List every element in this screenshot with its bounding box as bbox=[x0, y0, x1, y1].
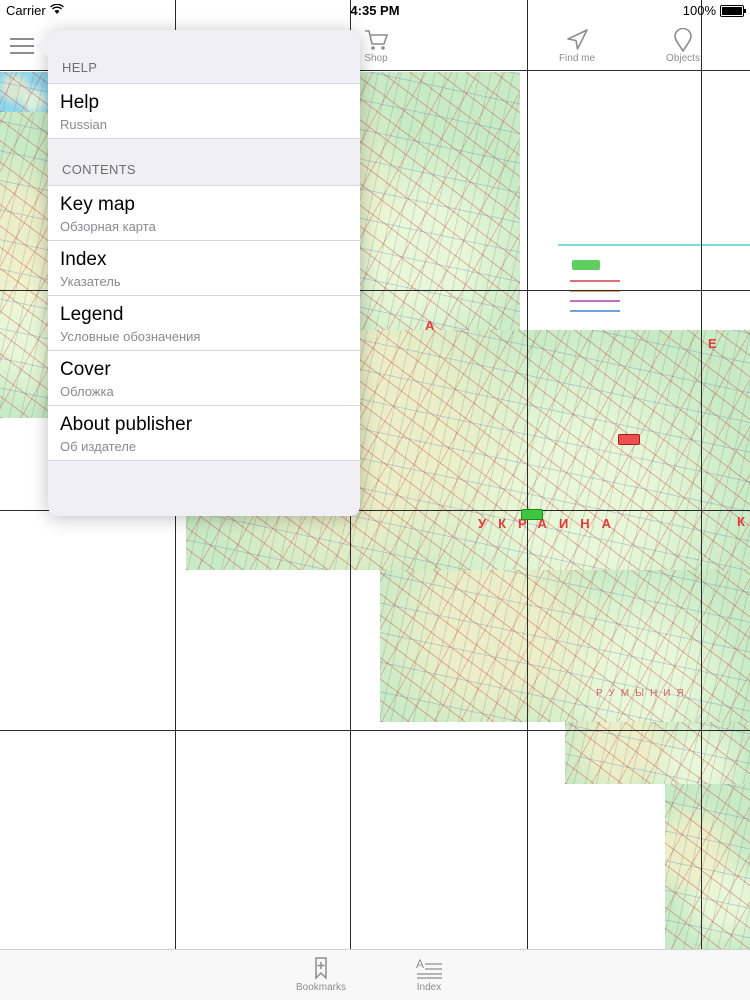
city-marker[interactable] bbox=[618, 434, 640, 445]
menu-item-subtitle: Условные обозначения bbox=[60, 329, 201, 344]
help-group: Help Russian bbox=[48, 83, 360, 139]
menu-item-help[interactable]: Help Russian bbox=[48, 84, 360, 138]
clock-time: 4:35 PM bbox=[350, 3, 400, 18]
location-arrow-icon bbox=[567, 29, 588, 50]
objects-button[interactable]: Objects bbox=[648, 28, 718, 64]
map-grid-line bbox=[527, 0, 528, 950]
menu-item-key-map[interactable]: Key map Обзорная карта bbox=[48, 186, 360, 241]
shop-label: Shop bbox=[364, 53, 388, 64]
map-tile bbox=[0, 112, 48, 418]
popover-arrow bbox=[36, 36, 48, 56]
menu-item-index[interactable]: Index Указатель bbox=[48, 241, 360, 296]
contents-group: Key map Обзорная карта Index Указатель L… bbox=[48, 185, 360, 461]
menu-item-title: Cover bbox=[60, 359, 111, 380]
status-bar: Carrier 4:35 PM 100% bbox=[0, 0, 750, 22]
map-letter-label: А bbox=[425, 318, 447, 333]
battery-percent: 100% bbox=[682, 3, 716, 18]
bottom-tab-bar: Bookmarks A Index bbox=[0, 949, 750, 1000]
cart-icon bbox=[365, 30, 389, 50]
menu-item-title: About publisher bbox=[60, 414, 193, 435]
menu-item-subtitle: Указатель bbox=[60, 274, 121, 289]
section-header-contents: CONTENTS bbox=[62, 162, 136, 177]
legend-line bbox=[570, 300, 620, 302]
menu-item-title: Help bbox=[60, 92, 100, 113]
menu-item-subtitle: Об издателе bbox=[60, 439, 137, 454]
svg-text:A: A bbox=[416, 957, 424, 971]
battery-icon bbox=[720, 5, 746, 17]
menu-item-cover[interactable]: Cover Обложка bbox=[48, 351, 360, 406]
menu-item-title: Legend bbox=[60, 304, 124, 325]
menu-item-title: Index bbox=[60, 249, 107, 270]
menu-item-about-publisher[interactable]: About publisher Об издателе bbox=[48, 406, 360, 460]
map-pin-icon bbox=[674, 28, 692, 52]
map-legend-sheet bbox=[558, 244, 750, 330]
map-tile bbox=[665, 784, 750, 950]
menu-item-subtitle: Обложка bbox=[60, 384, 114, 399]
menu-item-legend[interactable]: Legend Условные обозначения bbox=[48, 296, 360, 351]
index-list-icon: A bbox=[416, 957, 442, 979]
map-letter-label: К bbox=[737, 514, 750, 529]
tab-bookmarks[interactable]: Bookmarks bbox=[281, 956, 361, 993]
tab-index[interactable]: A Index bbox=[389, 956, 469, 993]
map-letter-label: Е bbox=[708, 336, 729, 351]
map-tile bbox=[565, 722, 750, 784]
find-me-button[interactable]: Find me bbox=[542, 28, 612, 64]
find-me-label: Find me bbox=[558, 53, 596, 64]
menu-item-subtitle: Russian bbox=[60, 117, 107, 132]
map-region-label: РУМЫНИЯ bbox=[596, 688, 690, 699]
objects-label: Objects bbox=[666, 53, 700, 64]
tab-bookmarks-label: Bookmarks bbox=[295, 982, 346, 993]
tab-index-label: Index bbox=[416, 982, 442, 993]
map-tile bbox=[380, 570, 750, 722]
bookmark-add-icon bbox=[315, 957, 327, 980]
menu-item-title: Key map bbox=[60, 194, 135, 215]
map-grid-line bbox=[701, 0, 702, 950]
contents-popover: HELP Help Russian CONTENTS Key map Обзор… bbox=[48, 30, 360, 516]
legend-badge bbox=[572, 260, 600, 270]
map-country-label: УКРАИНА bbox=[478, 516, 624, 531]
menu-item-subtitle: Обзорная карта bbox=[60, 219, 156, 234]
legend-line bbox=[570, 310, 620, 312]
map-tile bbox=[0, 72, 48, 112]
section-header-help: HELP bbox=[62, 60, 98, 75]
hamburger-menu-icon[interactable] bbox=[10, 38, 34, 56]
legend-line bbox=[570, 280, 620, 282]
city-marker[interactable] bbox=[521, 509, 543, 520]
map-grid-line bbox=[0, 730, 750, 731]
